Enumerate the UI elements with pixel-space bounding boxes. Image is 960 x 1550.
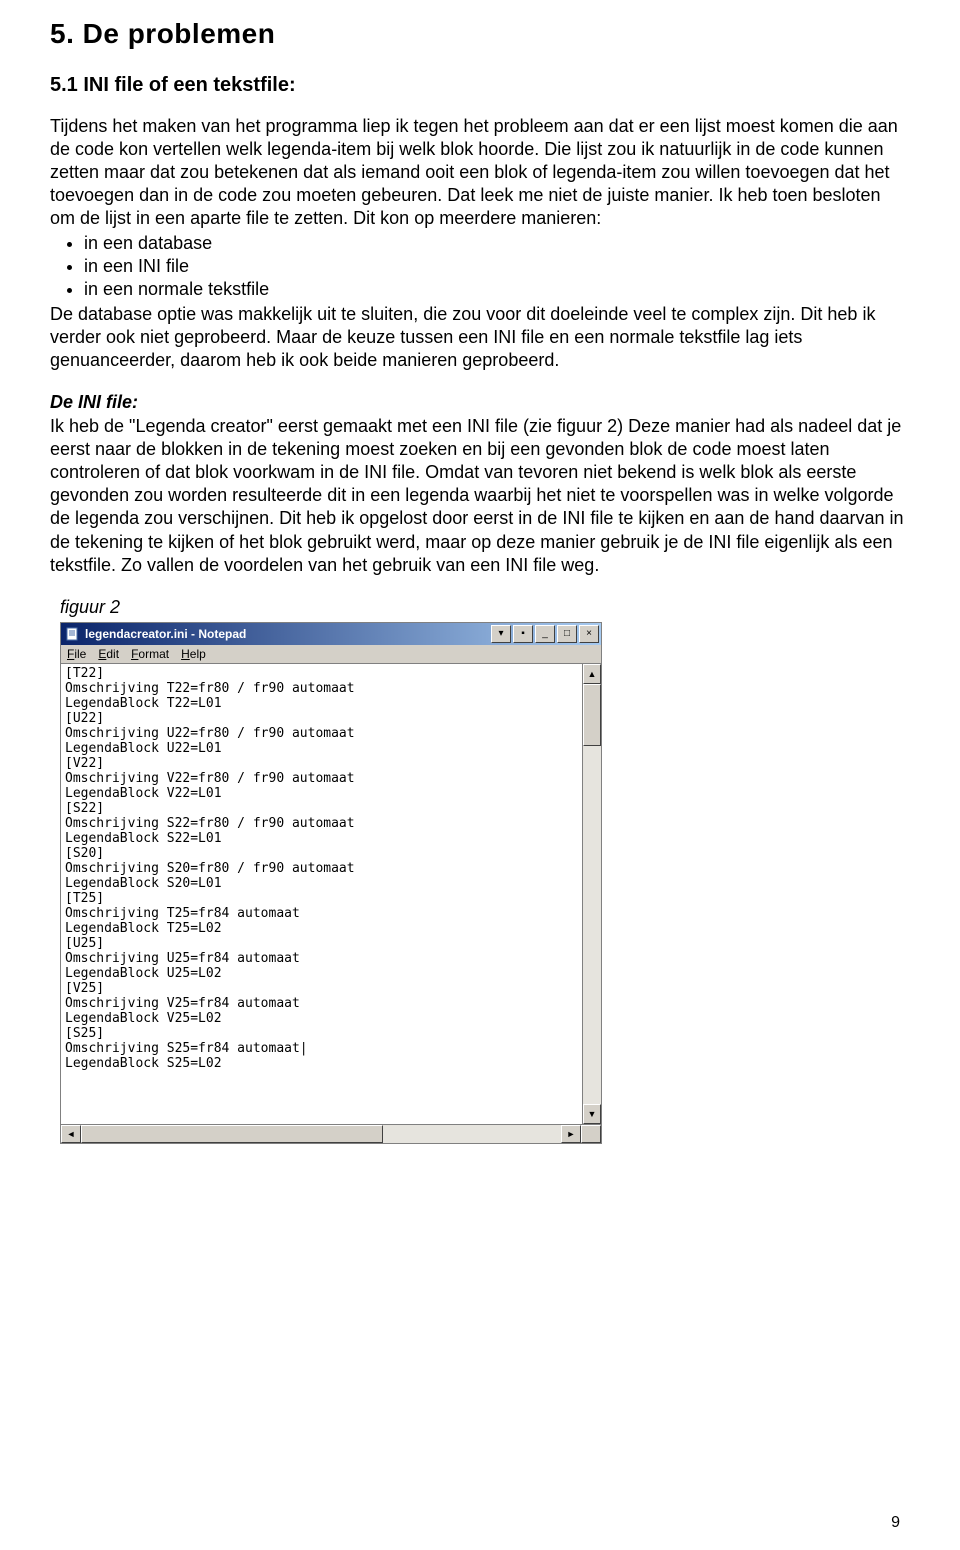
scroll-left-icon[interactable]: ◄ — [61, 1125, 81, 1143]
bullet-list: in een database in een INI file in een n… — [84, 232, 910, 301]
menu-edit[interactable]: Edit — [98, 647, 119, 661]
bullet-item: in een database — [84, 232, 910, 255]
notepad-window: legendacreator.ini - Notepad ▾ ▪ _ □ × F… — [60, 622, 602, 1144]
scroll-track[interactable] — [81, 1125, 561, 1143]
paragraph-intro: Tijdens het maken van het programma liep… — [50, 115, 910, 230]
scroll-right-icon[interactable]: ► — [561, 1125, 581, 1143]
window-title: legendacreator.ini - Notepad — [85, 627, 491, 641]
horizontal-scrollbar[interactable]: ◄ ► — [61, 1124, 601, 1143]
scroll-up-icon[interactable]: ▲ — [583, 664, 601, 684]
scroll-down-icon[interactable]: ▼ — [583, 1104, 601, 1124]
editor-textarea[interactable]: [T22] Omschrijving T22=fr80 / fr90 autom… — [61, 664, 582, 1124]
figure-label: figuur 2 — [60, 597, 910, 618]
paragraph-ini: Ik heb de "Legenda creator" eerst gemaak… — [50, 415, 910, 576]
resize-grip-icon[interactable] — [581, 1125, 601, 1143]
menubar: File Edit Format Help — [61, 645, 601, 664]
titlebar[interactable]: legendacreator.ini - Notepad ▾ ▪ _ □ × — [61, 623, 601, 645]
notepad-app-icon — [65, 626, 81, 642]
window-control-extra1-icon[interactable]: ▾ — [491, 625, 511, 643]
heading-subsection: 5.1 INI file of een tekstfile: — [50, 74, 910, 97]
scroll-track[interactable] — [583, 684, 601, 1104]
minimize-icon[interactable]: _ — [535, 625, 555, 643]
maximize-icon[interactable]: □ — [557, 625, 577, 643]
bullet-item: in een INI file — [84, 255, 910, 278]
window-control-extra2-icon[interactable]: ▪ — [513, 625, 533, 643]
close-icon[interactable]: × — [579, 625, 599, 643]
menu-file[interactable]: File — [67, 647, 86, 661]
page-number: 9 — [891, 1514, 900, 1532]
menu-help[interactable]: Help — [181, 647, 206, 661]
subheading-ini-file: De INI file: — [50, 392, 910, 413]
menu-format[interactable]: Format — [131, 647, 169, 661]
vertical-scrollbar[interactable]: ▲ ▼ — [582, 664, 601, 1124]
scroll-thumb[interactable] — [583, 684, 601, 746]
scroll-thumb[interactable] — [81, 1125, 383, 1143]
bullet-item: in een normale tekstfile — [84, 278, 910, 301]
heading-section: 5. De problemen — [50, 18, 910, 50]
paragraph-after-bullets: De database optie was makkelijk uit te s… — [50, 303, 910, 372]
